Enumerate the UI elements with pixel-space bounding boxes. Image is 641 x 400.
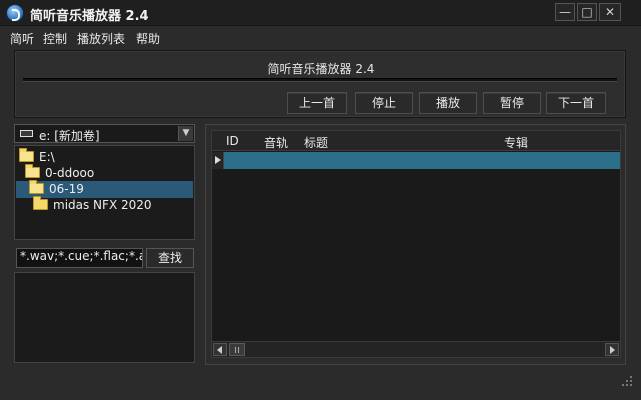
maximize-button[interactable]: □	[577, 3, 597, 21]
menu-bar: 简听 控制 播放列表 帮助	[0, 27, 641, 49]
previous-button[interactable]: 上一首	[287, 92, 347, 114]
tree-item-label: E:\	[39, 150, 55, 164]
current-row-arrow-icon	[212, 152, 224, 169]
title-bar[interactable]: 简听音乐播放器 2.4 — □ ✕	[0, 0, 641, 26]
column-id[interactable]: ID	[226, 134, 239, 148]
column-track[interactable]: 音轨	[264, 134, 288, 151]
play-button[interactable]: 播放	[419, 92, 477, 114]
column-title[interactable]: 标题	[304, 134, 328, 151]
table-row[interactable]	[212, 152, 620, 169]
close-button[interactable]: ✕	[599, 3, 621, 21]
scroll-thumb[interactable]	[229, 343, 245, 356]
drive-select-value: e: [新加卷]	[39, 129, 100, 143]
folder-open-icon	[29, 180, 44, 194]
minimize-button[interactable]: —	[555, 3, 575, 21]
drive-icon	[20, 130, 33, 137]
chevron-down-icon[interactable]: ▼	[178, 126, 193, 141]
tree-item-label: midas NFX 2020	[53, 198, 152, 212]
folder-icon	[33, 196, 48, 210]
now-playing-title: 简听音乐播放器 2.4	[267, 62, 375, 76]
folder-open-icon	[25, 164, 40, 178]
find-button[interactable]: 查找	[146, 248, 194, 268]
menu-control[interactable]: 控制	[43, 30, 67, 47]
file-results-list[interactable]	[14, 272, 195, 363]
folder-tree[interactable]: E:\ 0-ddooo 06-19 midas NFX 2020	[14, 145, 195, 240]
menu-help[interactable]: 帮助	[136, 30, 160, 47]
folder-open-icon	[19, 148, 34, 162]
player-panel: 简听音乐播放器 2.4 上一首 停止 播放 暂停 下一首	[14, 50, 626, 118]
table-row-cells[interactable]	[224, 152, 620, 169]
drive-select[interactable]: e: [新加卷] ▼	[14, 124, 195, 143]
stop-button[interactable]: 停止	[355, 92, 413, 114]
horizontal-scrollbar[interactable]	[212, 341, 620, 357]
progress-bar[interactable]	[23, 78, 617, 82]
resize-grip-icon[interactable]	[620, 374, 634, 388]
music-app-icon	[6, 4, 24, 22]
menu-playlist[interactable]: 播放列表	[77, 30, 125, 47]
tree-item-midas[interactable]: midas NFX 2020	[33, 196, 152, 214]
tree-item-label: 06-19	[49, 182, 84, 196]
menu-jianting[interactable]: 简听	[10, 30, 34, 47]
playlist-header: ID 音轨 标题 专辑	[212, 131, 620, 151]
scroll-left-icon[interactable]	[213, 343, 227, 356]
file-filter-input[interactable]: *.wav;*.cue;*.flac;*.a	[16, 248, 143, 268]
playlist-grid[interactable]: ID 音轨 标题 专辑	[211, 130, 621, 358]
next-button[interactable]: 下一首	[546, 92, 606, 114]
tree-item-06-19[interactable]: 06-19	[16, 180, 193, 198]
pause-button[interactable]: 暂停	[483, 92, 541, 114]
scroll-right-icon[interactable]	[605, 343, 619, 356]
column-album[interactable]: 专辑	[504, 134, 528, 151]
tree-item-label: 0-ddooo	[45, 166, 95, 180]
window-title: 简听音乐播放器 2.4	[30, 9, 149, 24]
